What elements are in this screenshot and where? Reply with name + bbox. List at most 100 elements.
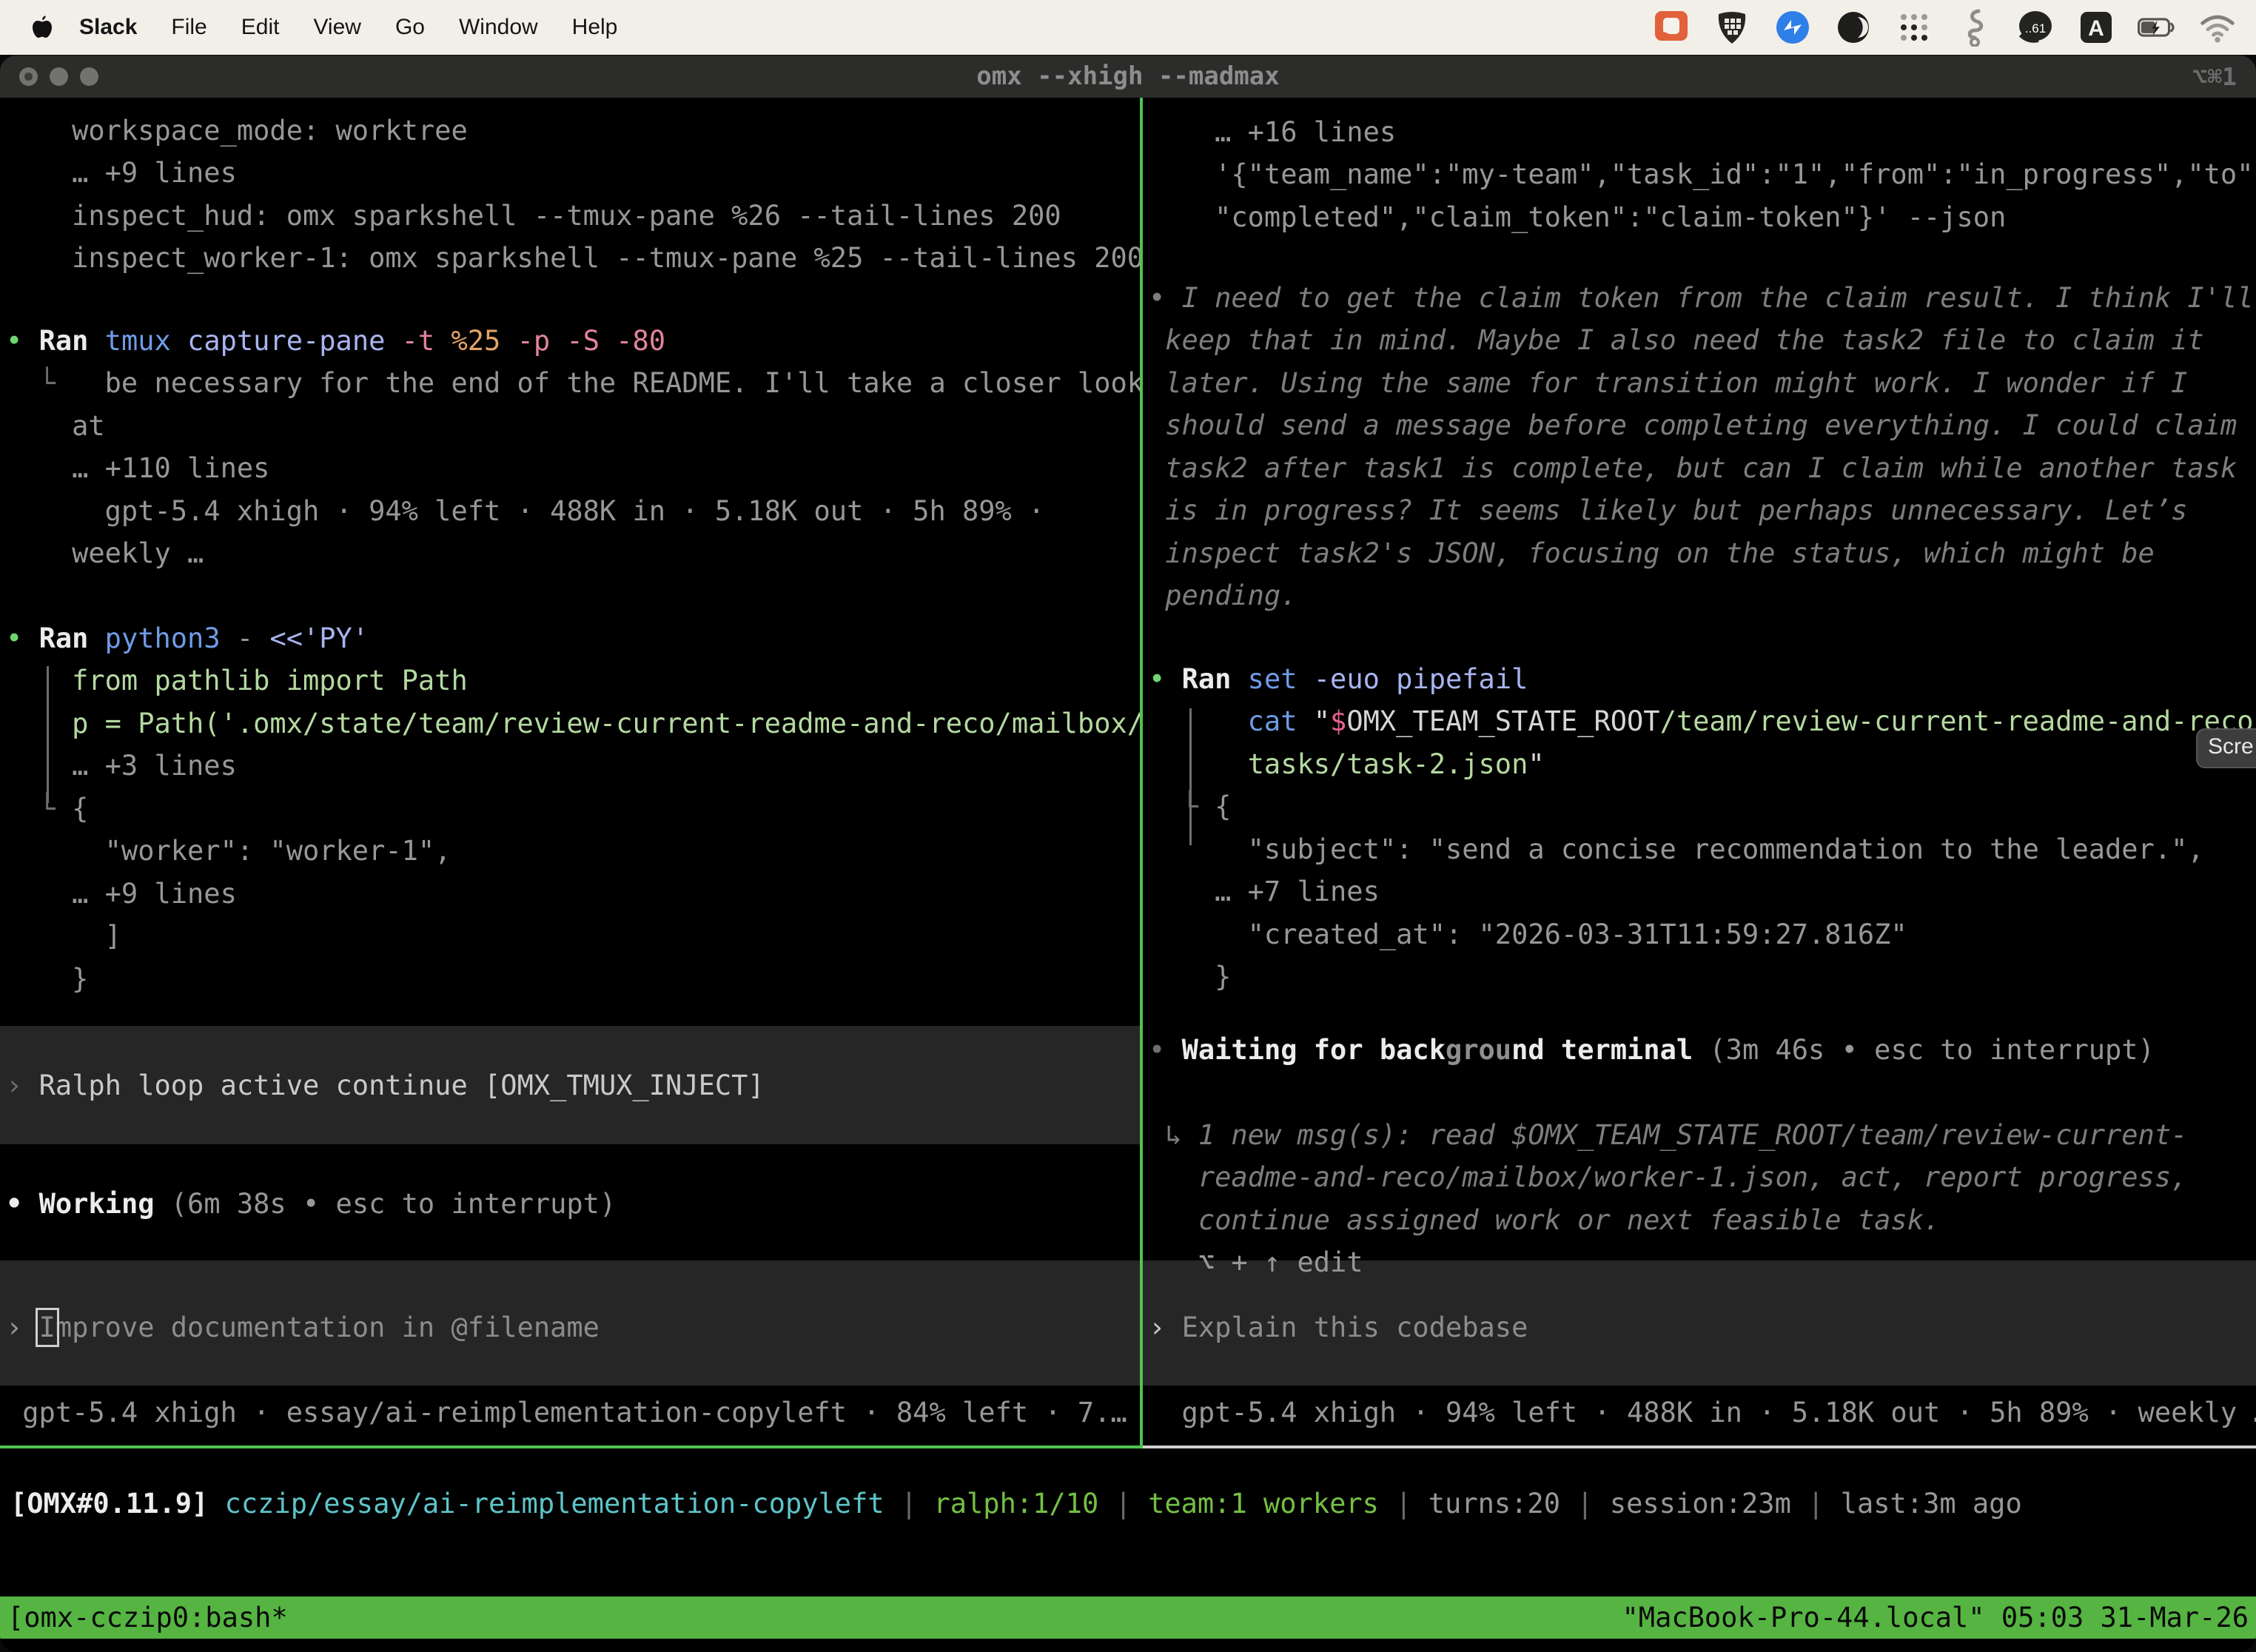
- count-badge-icon[interactable]: ..61: [2016, 8, 2055, 47]
- text-segment: cat: [1248, 705, 1314, 737]
- omx-status-segment: team:1 workers: [1148, 1488, 1379, 1520]
- text-segment: '{"team_name":"my-team","task_id":"1","f…: [1149, 158, 2256, 190]
- text-segment: }: [6, 963, 88, 995]
- terminal-line: inspect_hud: omx sparkshell --tmux-pane …: [6, 195, 1140, 238]
- omx-status-segment: |: [1560, 1488, 1610, 1520]
- text-segment: inspect_worker-1: omx sparkshell --tmux-…: [6, 242, 1140, 274]
- text-segment: task2 after task1 is complete, but can I…: [1149, 452, 2237, 484]
- text-segment: •: [1149, 282, 1182, 314]
- terminal-line: └ {: [6, 788, 1140, 830]
- menu-item-go[interactable]: Go: [378, 15, 442, 39]
- battery-icon[interactable]: [2138, 8, 2176, 47]
- omx-status-segment: |: [1098, 1488, 1148, 1520]
- terminal-line: at: [6, 405, 1140, 448]
- terminal-line: gpt-5.4 xhigh · essay/ai-reimplementatio…: [6, 1391, 1140, 1434]
- input-source-icon[interactable]: A: [2077, 8, 2115, 47]
- omx-status-segment: cczip/essay/ai-reimplementation-copyleft: [225, 1488, 884, 1520]
- menu-item-slack[interactable]: Slack: [62, 15, 154, 39]
- menu-item-edit[interactable]: Edit: [224, 15, 297, 39]
- text-segment: ⌥ + ↑ edit: [1149, 1246, 1363, 1278]
- menu-item-view[interactable]: View: [296, 15, 377, 39]
- terminal-line: ↳ 1 new msg(s): read $OMX_TEAM_STATE_ROO…: [1149, 1114, 2256, 1157]
- text-segment: at: [6, 410, 105, 442]
- svg-text:A: A: [2088, 16, 2104, 41]
- terminal-line: gpt-5.4 xhigh · 94% left · 488K in · 5.1…: [1149, 1391, 2256, 1434]
- text-segment: └: [6, 793, 72, 825]
- apple-menu-icon[interactable]: [30, 13, 55, 42]
- squiggle-icon[interactable]: [1955, 8, 1994, 47]
- text-segment: Ralph loop active continue [OMX_TMUX_INJ…: [39, 1070, 765, 1101]
- text-segment: -t: [402, 325, 451, 357]
- omx-status-segment: turns:20: [1429, 1488, 1560, 1520]
- tmux-status-bar: [omx-cczip0:bash* "MacBook-Pro-44.local"…: [0, 1596, 2256, 1639]
- text-segment: -euo pipefail: [1314, 663, 1528, 695]
- dots-grid-icon[interactable]: [1895, 8, 1933, 47]
- tmux-host-clock: "MacBook-Pro-44.local" 05:03 31-Mar-26: [1615, 1602, 2256, 1633]
- terminal-line: … +9 lines: [6, 873, 1140, 916]
- terminal-line: inspect task2's JSON, focusing on the st…: [1149, 532, 2256, 575]
- text-segment: (3m 46s • esc to interrupt): [1709, 1034, 2154, 1066]
- text-segment: be necessary for the end of the README. …: [105, 367, 1140, 399]
- terminal-line: … +3 lines: [6, 745, 1140, 788]
- privacy-shield-icon[interactable]: [1713, 8, 1751, 47]
- text-segment: [1149, 705, 1248, 737]
- text-segment: •: [6, 325, 39, 357]
- text-segment: … +110 lines: [6, 452, 269, 484]
- text-segment: tasks/task-2.json: [1248, 748, 1528, 780]
- text-segment: OMX_TEAM_STATE_ROOT: [1346, 705, 1659, 737]
- text-segment: "created_at": "2026-03-31T11:59:27.816Z": [1149, 919, 1907, 950]
- text-segment: Ran: [39, 325, 105, 357]
- text-segment: -p -S -80: [517, 325, 665, 357]
- terminal-line: tasks/task-2.json": [1149, 743, 2256, 786]
- text-segment: should send a message before completing …: [1149, 409, 2237, 441]
- terminal-line: "created_at": "2026-03-31T11:59:27.816Z": [1149, 913, 2256, 956]
- text-segment: tmux: [105, 325, 187, 357]
- menu-item-window[interactable]: Window: [442, 15, 555, 39]
- text-segment: •: [1149, 663, 1182, 695]
- text-segment: ": [1314, 705, 1330, 737]
- pane-bottom-border-left: [0, 1446, 1143, 1448]
- text-segment: Working: [39, 1188, 171, 1220]
- text-segment: }: [1149, 961, 1231, 993]
- text-segment: %25: [451, 325, 517, 357]
- terminal-line: • Working (6m 38s • esc to interrupt): [6, 1183, 1140, 1226]
- terminal-line: keep that in mind. Maybe I also need the…: [1149, 319, 2256, 362]
- chat-app-icon[interactable]: [1652, 8, 1691, 47]
- terminal-line: }: [1149, 956, 2256, 998]
- terminal-line: … +110 lines: [6, 447, 1140, 490]
- menu-item-file[interactable]: File: [154, 15, 224, 39]
- text-segment: weekly …: [6, 537, 204, 569]
- terminal-line: '{"team_name":"my-team","task_id":"1","f…: [1149, 153, 2256, 196]
- crescent-app-icon[interactable]: [1834, 8, 1873, 47]
- text-segment: <<'PY': [269, 622, 369, 654]
- text-segment: Explain this codebase: [1182, 1312, 1528, 1343]
- text-segment: "worker": "worker-1",: [6, 835, 451, 867]
- terminal-line: • Ran tmux capture-pane -t %25 -p -S -80: [6, 320, 1140, 363]
- terminal-line: gpt-5.4 xhigh · 94% left · 488K in · 5.1…: [6, 490, 1140, 533]
- text-segment: -: [237, 622, 270, 654]
- text-segment: •: [6, 622, 39, 654]
- sync-badge-icon[interactable]: [1773, 8, 1812, 47]
- terminal-line: cat "$OMX_TEAM_STATE_ROOT/team/review-cu…: [1149, 700, 2256, 743]
- terminal-line: › Improve documentation in @filename: [6, 1306, 1140, 1349]
- pane-hud-left: workspace_mode: worktree … +9 lines insp…: [0, 98, 1140, 1446]
- text-segment: ↳: [1149, 1119, 1198, 1151]
- window-title-bar[interactable]: omx --xhigh --madmax ⌥⌘1: [0, 56, 2256, 98]
- pane-divider[interactable]: [1140, 98, 1143, 1446]
- wifi-icon[interactable]: [2198, 8, 2237, 47]
- terminal-line: workspace_mode: worktree: [6, 110, 1140, 152]
- omx-status-line: [OMX#0.11.9] cczip/essay/ai-reimplementa…: [10, 1483, 2022, 1525]
- text-segment: set: [1248, 663, 1314, 695]
- terminal-line: "completed","claim_token":"claim-token"}…: [1149, 196, 2256, 239]
- text-segment: keep that in mind. Maybe I also need the…: [1149, 324, 2204, 356]
- menu-item-help[interactable]: Help: [555, 15, 635, 39]
- terminal-line: "worker": "worker-1",: [6, 830, 1140, 873]
- text-segment: capture-pane: [187, 325, 402, 357]
- text-segment: nd terminal: [1511, 1034, 1709, 1066]
- text-segment: ]: [6, 920, 121, 952]
- terminal-line: … +16 lines: [1149, 111, 2256, 154]
- text-segment: ›: [6, 1312, 39, 1343]
- text-segment: later. Using the same for transition mig…: [1149, 367, 2187, 399]
- text-segment: {: [1215, 790, 1231, 822]
- text-segment: gpt-5.4 xhigh · essay/ai-reimplementatio…: [6, 1397, 1127, 1428]
